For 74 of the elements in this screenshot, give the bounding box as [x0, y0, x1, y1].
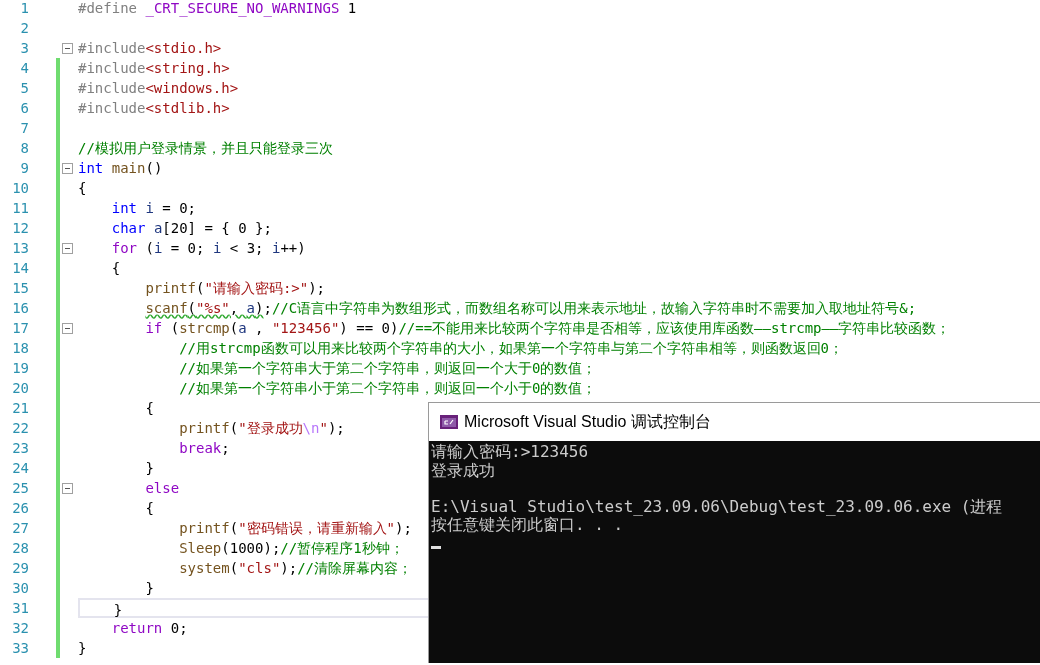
code-line: }: [78, 639, 87, 658]
code-line: //模拟用户登录情景，并且只能登录三次: [78, 139, 333, 158]
line-number: 12: [11, 218, 29, 238]
code-line: scanf("%s", a);//C语言中字符串为数组形式，而数组名称可以用来表示地址，故输入字符串时不需要加入取地址符号&;: [144, 299, 917, 318]
code-line: int i = 0;: [110, 199, 197, 218]
collapse-icon[interactable]: [62, 162, 73, 174]
code-line: printf("请输入密码:>");: [144, 279, 326, 298]
line-number: 30: [11, 578, 29, 598]
line-number: 11: [11, 198, 29, 218]
line-number: 16: [11, 298, 29, 318]
code-line: Sleep(1000);//暂停程序1秒钟；: [178, 539, 404, 558]
line-number: 20: [11, 378, 29, 398]
code-line: #include<stdlib.h>: [78, 99, 230, 118]
code-line: #include<windows.h>: [78, 79, 239, 98]
code-line: if (strcmp(a , "123456") == 0)//==不能用来比较两个字符串是否相等，应该使用库函数——strcmp——字符串比较函数；: [144, 319, 951, 338]
line-number: 14: [11, 258, 29, 278]
line-number: 2: [19, 18, 29, 38]
line-number: 22: [11, 418, 29, 438]
code-line: {: [144, 399, 154, 418]
console-output-line: 按任意键关闭此窗口. . .: [431, 515, 624, 534]
code-line: //如果第一个字符串小于第二个字符串，则返回一个小于0的数值；: [178, 379, 597, 398]
collapse-icon[interactable]: [62, 42, 73, 54]
code-line: #include<stdio.h>: [78, 39, 222, 58]
code-line: #include<string.h>: [78, 59, 230, 78]
line-number: 3: [19, 38, 29, 58]
code-line: else: [144, 479, 180, 498]
console-app-icon: [440, 415, 458, 429]
collapse-icon[interactable]: [62, 242, 73, 254]
code-line: //用strcmp函数可以用来比较两个字符串的大小，如果第一个字符串与第二个字符串相等，则函数返回0；: [178, 339, 843, 358]
line-number: 5: [19, 78, 29, 98]
line-number: 17: [11, 318, 29, 338]
line-number: 29: [11, 558, 29, 578]
line-number: 7: [19, 118, 29, 138]
line-number: 28: [11, 538, 29, 558]
code-line: return 0;: [110, 619, 188, 638]
code-line: }: [144, 459, 154, 478]
line-number: 21: [11, 398, 29, 418]
line-number: 4: [19, 58, 29, 78]
line-number: 31: [11, 598, 29, 618]
line-number: 33: [11, 638, 29, 658]
code-line: {: [110, 259, 121, 278]
code-line: for (i = 0; i < 3; i++): [110, 239, 306, 258]
code-line: //如果第一个字符串大于第二个字符串，则返回一个大于0的数值；: [178, 359, 597, 378]
collapse-icon[interactable]: [62, 482, 73, 494]
line-number: 15: [11, 278, 29, 298]
line-number: 23: [11, 438, 29, 458]
line-number: 18: [11, 338, 29, 358]
console-output-line: 登录成功: [431, 460, 496, 479]
collapse-icon[interactable]: [62, 322, 73, 334]
code-line: {: [144, 499, 154, 518]
console-output-line: E:\Visual Studio\test_23.09.06\Debug\test_23.09.06.exe (进程: [431, 479, 1040, 515]
code-line: system("cls");//清除屏幕内容；: [178, 559, 413, 578]
line-number: 8: [19, 138, 29, 158]
line-number: 24: [11, 458, 29, 478]
code-line: printf("登录成功\n");: [178, 419, 345, 438]
code-line: break;: [178, 439, 230, 458]
code-line: printf("密码错误，请重新输入");: [178, 519, 412, 538]
code-line: {: [78, 179, 87, 198]
line-number: 1: [19, 0, 29, 18]
console-output-line: 请输入密码:>123456: [431, 442, 590, 461]
line-number: 25: [11, 478, 29, 498]
line-number: 9: [19, 158, 29, 178]
code-line: int main(): [78, 159, 163, 178]
code-line: }: [144, 579, 154, 598]
code-line: #define _CRT_SECURE_NO_WARNINGS 1: [78, 0, 357, 18]
line-number: 32: [11, 618, 29, 638]
code-line: char a[20] = { 0 };: [110, 219, 272, 238]
console-title: Microsoft Visual Studio 调试控制台: [464, 412, 711, 432]
line-number: 27: [11, 518, 29, 538]
line-number: 19: [11, 358, 29, 378]
line-number: 6: [19, 98, 29, 118]
line-number: 10: [11, 178, 29, 198]
line-number: 26: [11, 498, 29, 518]
line-number: 13: [11, 238, 29, 258]
